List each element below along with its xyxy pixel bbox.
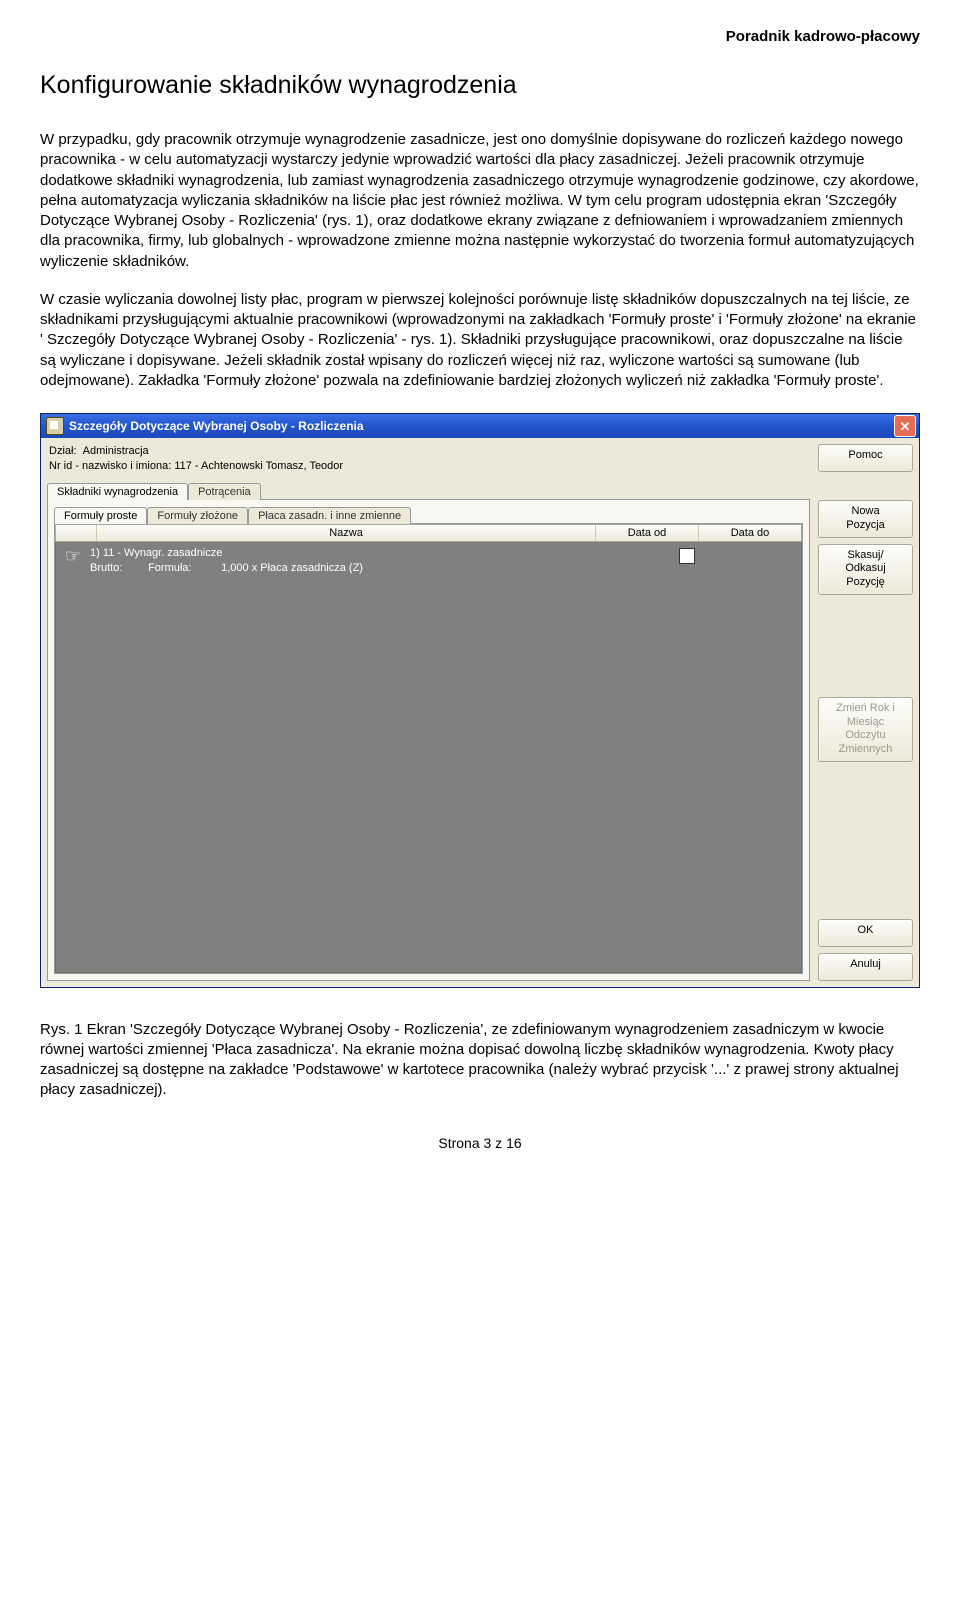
tab-skladniki[interactable]: Składniki wynagrodzenia bbox=[47, 483, 188, 500]
paragraph-2: W czasie wyliczania dowolnej listy płac,… bbox=[40, 290, 920, 391]
col-data-od: Data od bbox=[596, 525, 699, 541]
grid-header: Nazwa Data od Data do bbox=[55, 524, 802, 542]
page-title: Konfigurowanie składników wynagrodzenia bbox=[40, 71, 920, 100]
help-button[interactable]: Pomoc bbox=[818, 444, 913, 472]
app-icon bbox=[46, 417, 64, 435]
titlebar: Szczegóły Dotyczące Wybranej Osoby - Roz… bbox=[41, 414, 919, 438]
outer-tab-content: Formuły proste Formuły złożone Płaca zas… bbox=[47, 499, 810, 981]
inner-tab-content: Nazwa Data od Data do ☞ 1) 11 - Wynagr. … bbox=[54, 523, 803, 974]
close-icon[interactable]: ✕ bbox=[894, 415, 916, 437]
tab-formuly-proste[interactable]: Formuły proste bbox=[54, 507, 147, 524]
app-window: Szczegóły Dotyczące Wybranej Osoby - Roz… bbox=[40, 413, 920, 988]
side-buttons: Pomoc Nowa Pozycja Skasuj/ Odkasuj Pozyc… bbox=[816, 438, 919, 987]
tab-formuly-zlozone[interactable]: Formuły złożone bbox=[147, 507, 248, 524]
row-text: 1) 11 - Wynagr. zasadnicze Brutto: Formu… bbox=[90, 546, 673, 577]
paragraph-1: W przypadku, gdy pracownik otrzymuje wyn… bbox=[40, 130, 920, 272]
tab-potracenia[interactable]: Potrącenia bbox=[188, 483, 261, 500]
col-data-do: Data do bbox=[699, 525, 801, 541]
grid-body[interactable]: ☞ 1) 11 - Wynagr. zasadnicze Brutto: For… bbox=[55, 542, 802, 973]
row-checkbox[interactable] bbox=[679, 548, 695, 564]
cancel-button[interactable]: Anuluj bbox=[818, 953, 913, 981]
doc-header: Poradnik kadrowo-płacowy bbox=[40, 28, 920, 45]
hand-pointer-icon: ☞ bbox=[62, 546, 84, 568]
col-nazwa: Nazwa bbox=[97, 525, 596, 541]
figure-caption: Rys. 1 Ekran 'Szczegóły Dotyczące Wybran… bbox=[40, 1020, 920, 1101]
grid-row[interactable]: ☞ 1) 11 - Wynagr. zasadnicze Brutto: For… bbox=[56, 542, 801, 579]
info-dept: Dział: Administracja bbox=[47, 444, 810, 459]
window-title: Szczegóły Dotyczące Wybranej Osoby - Roz… bbox=[69, 419, 364, 433]
outer-tabs: Składniki wynagrodzenia Potrącenia bbox=[47, 482, 810, 499]
delete-item-button[interactable]: Skasuj/ Odkasuj Pozycję bbox=[818, 544, 913, 595]
tab-placa-zasadn[interactable]: Płaca zasadn. i inne zmienne bbox=[248, 507, 411, 524]
inner-tabs: Formuły proste Formuły złożone Płaca zas… bbox=[54, 506, 803, 523]
page-footer: Strona 3 z 16 bbox=[40, 1135, 920, 1151]
change-year-month-button: Zmień Rok i Miesiąc Odczytu Zmiennych bbox=[818, 697, 913, 762]
ok-button[interactable]: OK bbox=[818, 919, 913, 947]
new-item-button[interactable]: Nowa Pozycja bbox=[818, 500, 913, 538]
info-person: Nr id - nazwisko i imiona: 117 - Achteno… bbox=[47, 459, 810, 474]
